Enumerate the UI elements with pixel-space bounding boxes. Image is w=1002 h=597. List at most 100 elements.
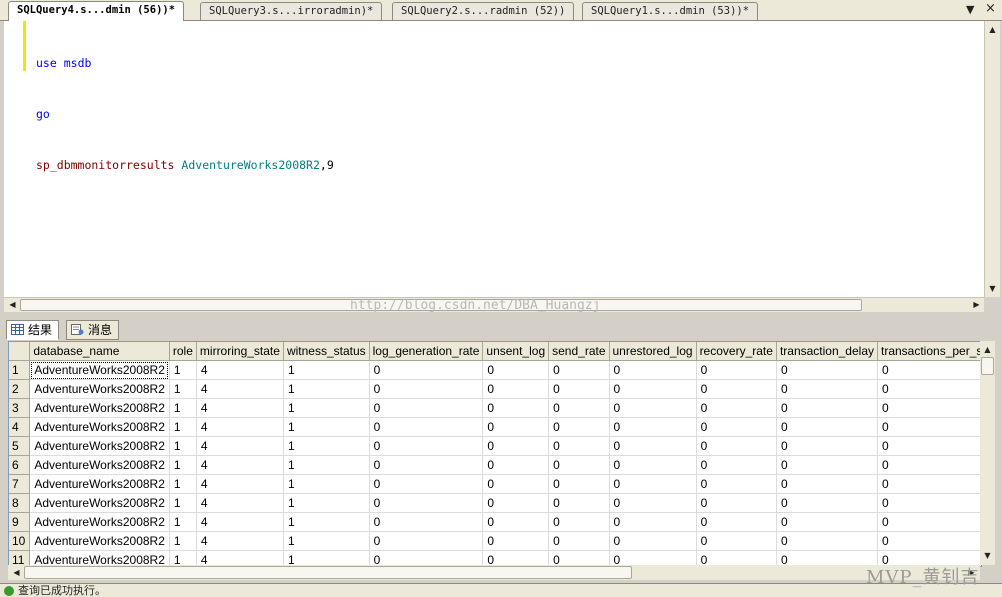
column-header-send-rate[interactable]: send_rate [548,342,610,361]
cell-witness-status[interactable]: 1 [283,360,370,380]
cell-unrestored-log[interactable]: 0 [609,493,697,513]
cell-log-generation-rate[interactable]: 0 [369,360,484,380]
column-header-database-name[interactable]: database_name [29,342,170,361]
cell-log-generation-rate[interactable]: 0 [369,512,484,532]
cell-log-generation-rate[interactable]: 0 [369,436,484,456]
cell-transactions-per-se[interactable]: 0 [877,531,981,551]
row-number-header[interactable] [9,342,31,361]
row-number-cell[interactable]: 8 [9,493,31,513]
cell-transaction-delay[interactable]: 0 [776,493,879,513]
cell-send-rate[interactable]: 0 [548,493,610,513]
table-row[interactable]: 7 AdventureWorks2008R2 1 4 1 0 0 0 0 0 0 0 [9,474,981,494]
cell-recovery-rate[interactable]: 0 [696,360,777,380]
cell-role[interactable]: 1 [169,455,197,475]
cell-role[interactable]: 1 [169,379,197,399]
tab-sqlquery3[interactable]: SQLQuery3.s...irroradmin)* [200,2,383,20]
cell-unrestored-log[interactable]: 0 [609,455,697,475]
cell-recovery-rate[interactable]: 0 [696,398,777,418]
scroll-down-icon[interactable]: ▼ [986,282,999,295]
cell-transactions-per-se[interactable]: 0 [877,436,981,456]
cell-database-name[interactable]: AdventureWorks2008R2 [29,512,170,532]
table-row[interactable]: 2 AdventureWorks2008R2 1 4 1 0 0 0 0 0 0 0 [9,379,981,399]
grid-vscroll-thumb[interactable] [981,357,994,375]
column-header-mirroring-state[interactable]: mirroring_state [196,342,284,361]
cell-recovery-rate[interactable]: 0 [696,417,777,437]
scroll-right-icon[interactable]: ▶ [970,298,983,311]
row-number-cell[interactable]: 4 [9,417,31,437]
cell-transactions-per-se[interactable]: 0 [877,512,981,532]
cell-transactions-per-se[interactable]: 0 [877,398,981,418]
row-number-cell[interactable]: 1 [9,360,31,380]
cell-database-name[interactable]: AdventureWorks2008R2 [29,493,170,513]
cell-transaction-delay[interactable]: 0 [776,360,879,380]
cell-transaction-delay[interactable]: 0 [776,398,879,418]
cell-database-name[interactable]: AdventureWorks2008R2 [29,417,170,437]
cell-database-name[interactable]: AdventureWorks2008R2 [29,360,170,380]
cell-witness-status[interactable]: 1 [283,493,370,513]
row-number-cell[interactable]: 9 [9,512,31,532]
cell-log-generation-rate[interactable]: 0 [369,455,484,475]
cell-transaction-delay[interactable]: 0 [776,512,879,532]
cell-mirroring-state[interactable]: 4 [196,360,284,380]
tab-results[interactable]: 结果 [6,320,60,340]
row-number-cell[interactable]: 5 [9,436,31,456]
cell-send-rate[interactable]: 0 [548,531,610,551]
cell-log-generation-rate[interactable]: 0 [369,493,484,513]
cell-witness-status[interactable]: 1 [283,512,370,532]
cell-log-generation-rate[interactable]: 0 [369,379,484,399]
cell-role[interactable]: 1 [169,474,197,494]
tab-sqlquery2[interactable]: SQLQuery2.s...radmin (52)) [392,2,575,20]
cell-witness-status[interactable]: 1 [283,531,370,551]
cell-unsent-log[interactable]: 0 [482,474,550,494]
cell-transactions-per-se[interactable]: 0 [877,417,981,437]
tab-messages[interactable]: 消息 [66,320,120,340]
cell-database-name[interactable]: AdventureWorks2008R2 [29,474,170,494]
cell-role[interactable]: 1 [169,417,197,437]
scroll-left-icon[interactable]: ◀ [6,298,19,311]
cell-transaction-delay[interactable]: 0 [776,379,879,399]
cell-recovery-rate[interactable]: 0 [696,531,777,551]
cell-mirroring-state[interactable]: 4 [196,512,284,532]
code-area[interactable]: use msdb go sp_dbmmonitorresults Adventu… [36,21,334,208]
cell-send-rate[interactable]: 0 [548,455,610,475]
cell-witness-status[interactable]: 1 [283,474,370,494]
cell-send-rate[interactable]: 0 [548,379,610,399]
cell-transaction-delay[interactable]: 0 [776,531,879,551]
cell-transaction-delay[interactable]: 0 [776,474,879,494]
column-header-witness-status[interactable]: witness_status [283,342,370,361]
results-grid[interactable]: database_name role mirroring_state witness_… [8,341,982,567]
cell-unrestored-log[interactable]: 0 [609,417,697,437]
cell-unrestored-log[interactable]: 0 [609,379,697,399]
column-header-recovery-rate[interactable]: recovery_rate [696,342,777,361]
cell-mirroring-state[interactable]: 4 [196,474,284,494]
cell-unrestored-log[interactable]: 0 [609,531,697,551]
grid-horizontal-scrollbar[interactable]: ◀ ▶ [8,565,980,580]
column-header-transaction-delay[interactable]: transaction_delay [776,342,879,361]
row-number-cell[interactable]: 10 [9,531,31,551]
grid-scroll-left-icon[interactable]: ◀ [10,566,23,579]
cell-database-name[interactable]: AdventureWorks2008R2 [29,455,170,475]
cell-recovery-rate[interactable]: 0 [696,493,777,513]
cell-transaction-delay[interactable]: 0 [776,417,879,437]
table-row[interactable]: 4 AdventureWorks2008R2 1 4 1 0 0 0 0 0 0 0 [9,417,981,437]
cell-unrestored-log[interactable]: 0 [609,360,697,380]
cell-mirroring-state[interactable]: 4 [196,493,284,513]
cell-unrestored-log[interactable]: 0 [609,436,697,456]
cell-unsent-log[interactable]: 0 [482,360,550,380]
cell-transaction-delay[interactable]: 0 [776,455,879,475]
tab-sqlquery4[interactable]: SQLQuery4.s...dmin (56))* [8,1,185,21]
close-tab-icon[interactable]: × [985,1,996,16]
table-row[interactable]: 1 AdventureWorks2008R2 1 4 1 0 0 0 0 0 0 0 [9,360,981,380]
cell-log-generation-rate[interactable]: 0 [369,398,484,418]
cell-send-rate[interactable]: 0 [548,417,610,437]
cell-log-generation-rate[interactable]: 0 [369,474,484,494]
cell-role[interactable]: 1 [169,531,197,551]
cell-witness-status[interactable]: 1 [283,379,370,399]
table-row[interactable]: 9 AdventureWorks2008R2 1 4 1 0 0 0 0 0 0 0 [9,512,981,532]
cell-mirroring-state[interactable]: 4 [196,379,284,399]
cell-role[interactable]: 1 [169,436,197,456]
row-number-cell[interactable]: 2 [9,379,31,399]
cell-unsent-log[interactable]: 0 [482,455,550,475]
cell-unrestored-log[interactable]: 0 [609,474,697,494]
cell-mirroring-state[interactable]: 4 [196,417,284,437]
